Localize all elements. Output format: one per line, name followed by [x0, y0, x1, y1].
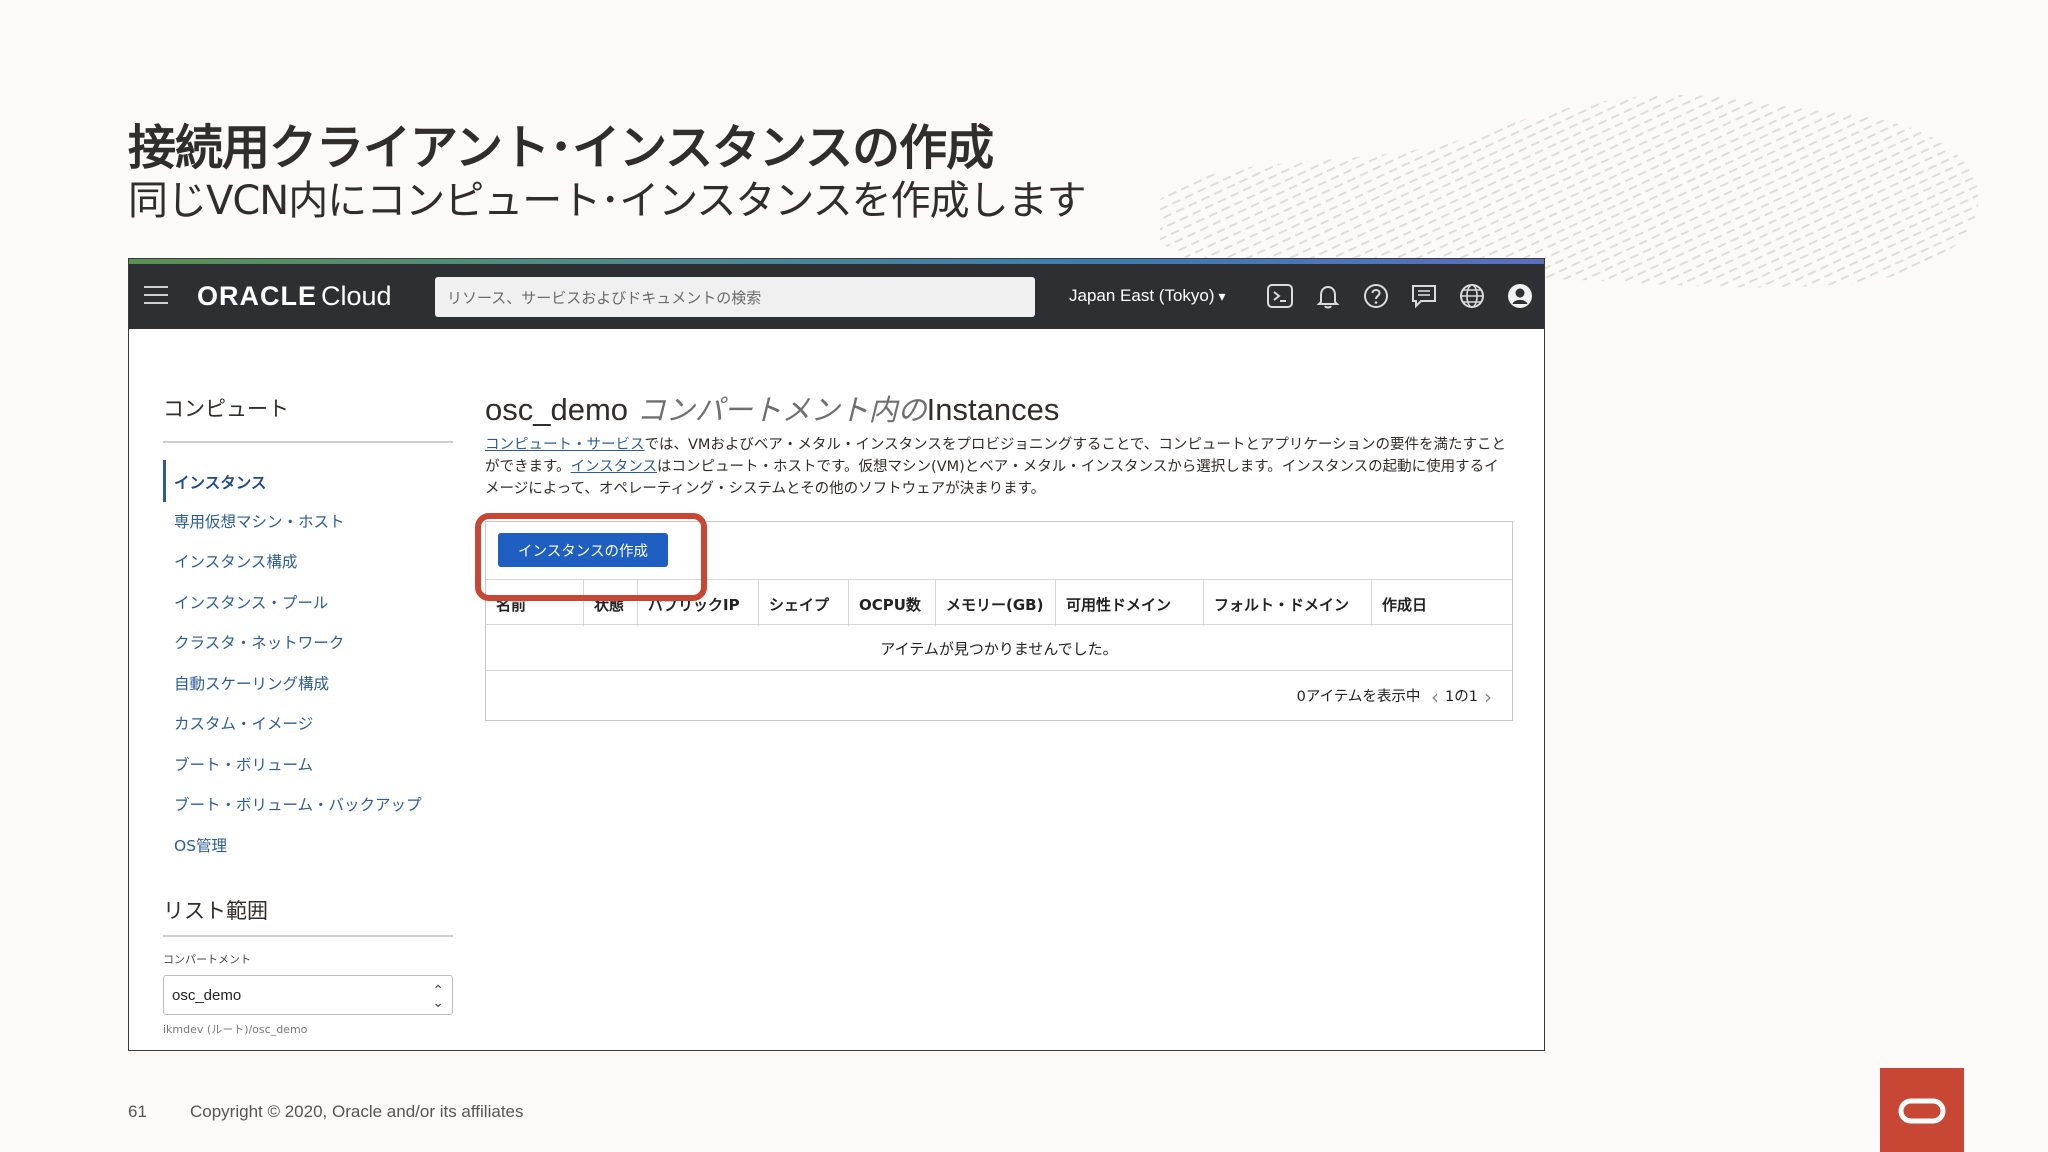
console-topbar: ORACLE Cloud リソース、サービスおよびドキュメントの検索 Japan … [129, 264, 1544, 329]
compute-service-link[interactable]: コンピュート・サービス [485, 437, 645, 453]
pager-page: 1の1 [1445, 689, 1478, 705]
col-shape[interactable]: シェイプ [759, 580, 849, 626]
heading-compartment: osc_demo [485, 392, 629, 427]
user-icon[interactable] [1505, 281, 1535, 311]
pager-count: 0アイテムを表示中 [1296, 689, 1421, 705]
compartment-label: コンパートメント [163, 953, 251, 966]
active-indicator [163, 460, 166, 502]
heading-italic: コンパートメント内の [636, 393, 927, 427]
highlight-box [475, 513, 707, 601]
col-memory[interactable]: メモリー(GB) [936, 580, 1056, 626]
sidebar-divider [163, 441, 453, 443]
page-heading: osc_demo コンパートメント内のInstances [485, 387, 1059, 429]
page-description: コンピュート・サービスでは、VMおよびベア・メタル・インスタンスをプロビジョニン… [485, 434, 1510, 500]
sidebar-item-cluster-networks[interactable]: クラスタ・ネットワーク [174, 631, 344, 653]
sidebar-heading: コンピュート [163, 397, 289, 421]
logo-cloud: Cloud [321, 281, 392, 311]
oracle-logo-icon [1880, 1068, 1964, 1152]
compartment-select[interactable]: osc_demo ⌃ ⌄ [163, 975, 453, 1015]
sidebar-item-instance-configurations[interactable]: インスタンス構成 [174, 550, 297, 572]
chevron-down-icon: ▾ [1218, 288, 1226, 304]
menu-icon[interactable] [144, 286, 168, 306]
page-number: 61 [128, 1102, 147, 1121]
sidebar-item-boot-volumes[interactable]: ブート・ボリューム [174, 753, 313, 775]
heading-suffix: Instances [926, 392, 1060, 427]
globe-icon[interactable] [1457, 281, 1487, 311]
scope-divider [163, 935, 453, 937]
region-selector[interactable]: Japan East (Tokyo) ▾ [1069, 286, 1226, 306]
sidebar-item-instance-pools[interactable]: インスタンス・プール [174, 591, 328, 613]
cloud-shell-icon[interactable] [1265, 281, 1295, 311]
console-screenshot: ORACLE Cloud リソース、サービスおよびドキュメントの検索 Japan … [128, 258, 1545, 1051]
sidebar-item-os-management[interactable]: OS管理 [174, 834, 227, 856]
copyright: Copyright © 2020, Oracle and/or its affi… [190, 1102, 524, 1121]
empty-message: アイテムが見つかりませんでした。 [486, 625, 1512, 671]
chevron-left-icon[interactable]: ‹ [1431, 685, 1439, 709]
slide-subtitle: 同じVCN内にコンピュート･インスタンスを作成します [128, 178, 1087, 224]
search-input[interactable]: リソース、サービスおよびドキュメントの検索 [435, 277, 1035, 317]
help-icon[interactable] [1361, 281, 1391, 311]
sidebar-item-dedicated-vm-hosts[interactable]: 専用仮想マシン・ホスト [174, 510, 345, 532]
col-created[interactable]: 作成日 [1372, 580, 1514, 626]
chat-icon[interactable] [1409, 281, 1439, 311]
col-fault-domain[interactable]: フォルト・ドメイン [1204, 580, 1372, 626]
chevron-right-icon[interactable]: › [1484, 685, 1492, 709]
instances-link[interactable]: インスタンス [571, 459, 657, 475]
sidebar-item-custom-images[interactable]: カスタム・イメージ [174, 712, 313, 734]
sidebar-item-autoscaling[interactable]: 自動スケーリング構成 [174, 672, 329, 694]
region-label: Japan East (Tokyo) [1069, 286, 1215, 305]
sidebar-item-boot-volume-backups[interactable]: ブート・ボリューム・バックアップ [174, 793, 422, 815]
bell-icon[interactable] [1313, 281, 1343, 311]
select-updown-icon: ⌃ ⌄ [432, 982, 444, 1010]
pagination: 0アイテムを表示中 ‹ 1の1 › [1297, 685, 1498, 709]
list-scope-heading: リスト範囲 [163, 899, 268, 923]
col-ocpu[interactable]: OCPU数 [849, 580, 936, 626]
logo-oracle: ORACLE [197, 281, 317, 311]
col-availability-domain[interactable]: 可用性ドメイン [1056, 580, 1204, 626]
compartment-path: ikmdev (ルート)/osc_demo [163, 1023, 308, 1036]
oracle-cloud-logo[interactable]: ORACLE Cloud [197, 281, 392, 312]
compartment-value: osc_demo [172, 987, 242, 1004]
sidebar-item-instances[interactable]: インスタンス [174, 471, 266, 493]
